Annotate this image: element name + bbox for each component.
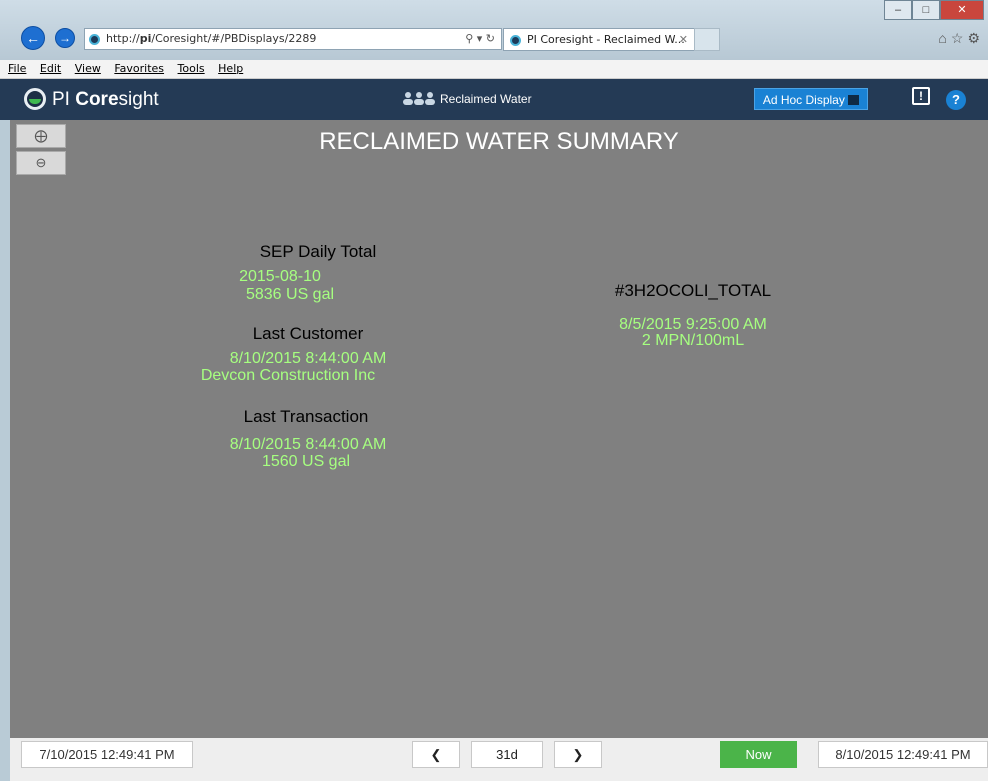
address-bar[interactable]: http://pi/Coresight/#/PBDisplays/2289 ⚲ … <box>84 28 502 50</box>
home-icon[interactable]: ⌂ <box>938 30 950 46</box>
previous-period-button[interactable]: ❮ <box>412 741 460 768</box>
window-controls: – □ ✕ <box>884 0 984 20</box>
url-host: pi <box>139 32 152 45</box>
back-button[interactable]: ← <box>21 26 45 50</box>
close-window-button[interactable]: ✕ <box>940 0 984 20</box>
forward-button[interactable]: → <box>55 28 75 48</box>
brand-title[interactable]: PI Coresight <box>52 89 159 111</box>
new-tab-button[interactable] <box>694 28 720 51</box>
last-transaction-label: Last Transaction <box>243 407 369 426</box>
brand-bold: Core <box>75 89 119 110</box>
ecoli-total-time[interactable]: 8/5/2015 9:25:00 AM <box>588 316 798 333</box>
duration-field[interactable]: 31d <box>471 741 543 768</box>
zoom-out-button[interactable]: ⊖ <box>16 151 66 175</box>
browser-toolbar-icons[interactable]: ⌂☆⚙ <box>938 30 984 47</box>
url-path: /Coresight/#/PBDisplays/2289 <box>151 32 317 45</box>
ad-hoc-drop-icon <box>848 95 860 105</box>
browser-titlebar: ← → http://pi/Coresight/#/PBDisplays/228… <box>0 0 988 60</box>
users-icon <box>403 92 435 105</box>
menu-edit[interactable]: Edit <box>40 62 61 75</box>
now-button[interactable]: Now <box>720 741 797 768</box>
url-prefix: http:// <box>106 32 140 45</box>
display-name: Reclaimed Water <box>402 91 532 106</box>
time-bar: 7/10/2015 12:49:41 PM ❮ 31d ❯ Now 8/10/2… <box>10 738 988 781</box>
sep-daily-total-date[interactable]: 2015-08-10 <box>220 268 340 285</box>
browser-tab[interactable]: PI Coresight - Reclaimed W... ✕ <box>503 28 695 51</box>
feedback-icon[interactable]: ! <box>912 87 930 105</box>
menu-view[interactable]: View <box>75 62 101 75</box>
app-header: PI Coresight Reclaimed Water Ad Hoc Disp… <box>0 79 988 120</box>
last-transaction-value[interactable]: 1560 US gal <box>206 453 406 470</box>
pi-logo-icon <box>24 88 46 110</box>
sep-daily-total-label: SEP Daily Total <box>259 242 377 261</box>
brand-suffix: sight <box>118 89 159 110</box>
menu-favorites[interactable]: Favorites <box>114 62 164 75</box>
ecoli-total-value[interactable]: 2 MPN/100mL <box>588 332 798 349</box>
site-favicon-icon <box>89 34 100 45</box>
favorites-star-icon[interactable]: ☆ <box>951 30 968 46</box>
menu-tools[interactable]: Tools <box>178 62 205 75</box>
maximize-button[interactable]: □ <box>912 0 940 20</box>
help-icon[interactable]: ? <box>946 90 966 110</box>
close-tab-icon[interactable]: ✕ <box>679 29 688 50</box>
menu-file[interactable]: File <box>8 62 26 75</box>
last-customer-name[interactable]: Devcon Construction Inc <box>158 367 418 384</box>
ecoli-total-label: #3H2OCOLI_TOTAL <box>614 281 772 300</box>
zoom-in-button[interactable]: ⨁ <box>16 124 66 148</box>
next-period-button[interactable]: ❯ <box>554 741 602 768</box>
search-refresh-icon[interactable]: ⚲ ▾ ↻ <box>465 29 495 49</box>
menu-bar: File Edit View Favorites Tools Help <box>0 60 988 79</box>
tab-title: PI Coresight - Reclaimed W... <box>527 33 685 46</box>
end-time-field[interactable]: 8/10/2015 12:49:41 PM <box>818 741 988 768</box>
start-time-field[interactable]: 7/10/2015 12:49:41 PM <box>21 741 193 768</box>
brand-prefix: PI <box>52 89 76 110</box>
last-transaction-time[interactable]: 8/10/2015 8:44:00 AM <box>188 436 428 453</box>
ad-hoc-display-label: Ad Hoc Display <box>762 93 845 107</box>
display-name-label: Reclaimed Water <box>440 92 532 106</box>
display-canvas: RECLAIMED WATER SUMMARY SEP Daily Total … <box>10 120 988 738</box>
last-customer-label: Last Customer <box>252 324 364 343</box>
last-customer-time[interactable]: 8/10/2015 8:44:00 AM <box>188 350 428 367</box>
minimize-button[interactable]: – <box>884 0 912 20</box>
zoom-controls: ⨁ ⊖ <box>16 124 66 178</box>
sep-daily-total-value[interactable]: 5836 US gal <box>220 286 360 303</box>
page-title: RECLAIMED WATER SUMMARY <box>319 128 679 155</box>
settings-gear-icon[interactable]: ⚙ <box>967 30 984 46</box>
ad-hoc-display-button[interactable]: Ad Hoc Display <box>754 88 868 110</box>
menu-help[interactable]: Help <box>218 62 243 75</box>
tab-favicon-icon <box>510 35 521 46</box>
